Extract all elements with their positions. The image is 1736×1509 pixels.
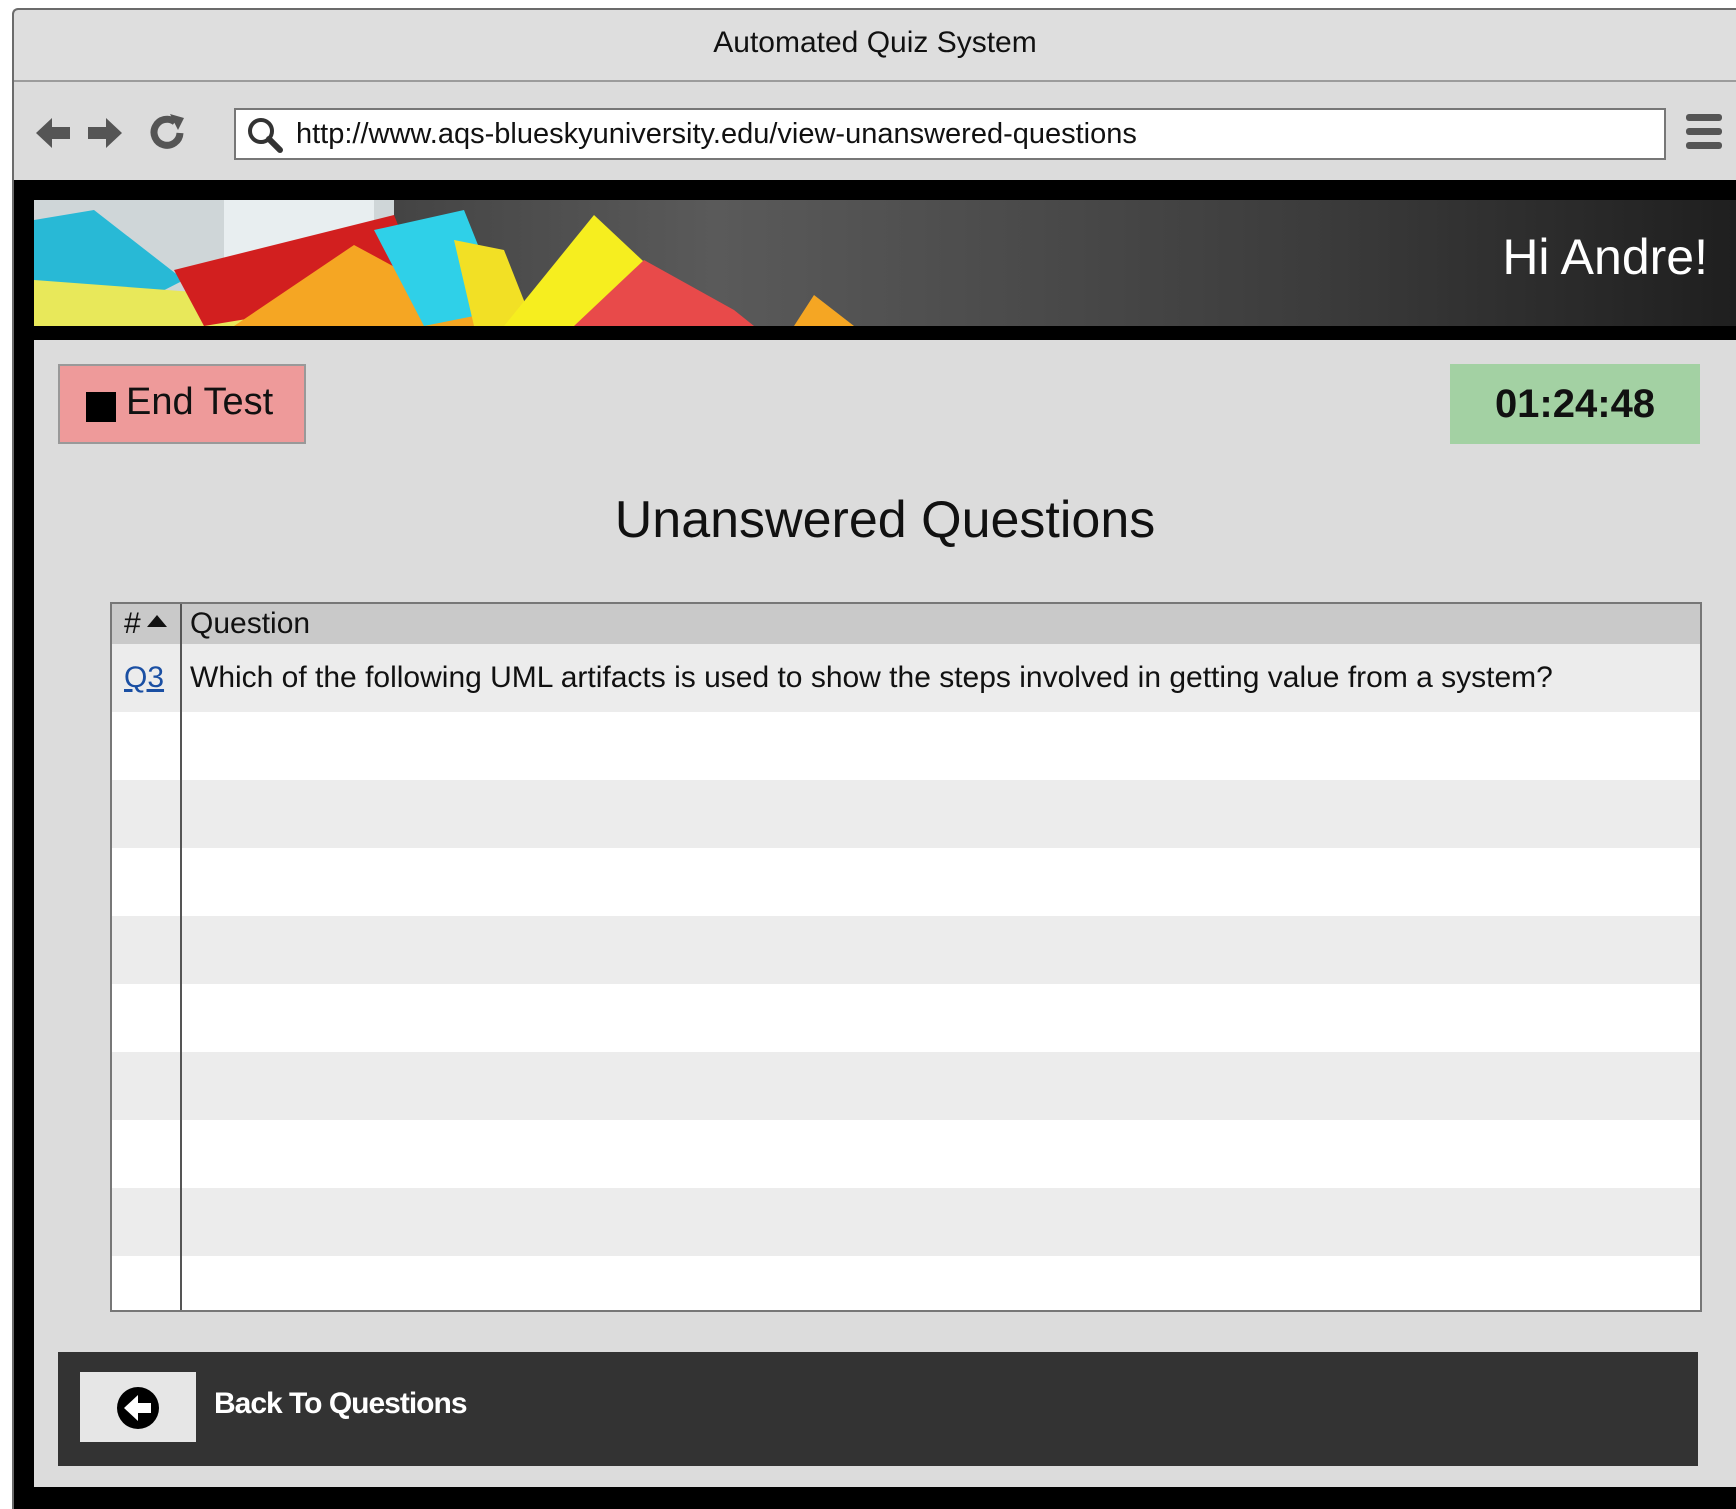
column-header-question[interactable]: Question xyxy=(190,604,310,644)
forward-arrow-icon[interactable] xyxy=(80,108,130,158)
back-to-questions-label[interactable]: Back To Questions xyxy=(214,1352,468,1456)
question-text: Which of the following UML artifacts is … xyxy=(190,661,1553,694)
table-row-empty xyxy=(112,1256,1700,1310)
window-title: Automated Quiz System xyxy=(14,10,1736,82)
back-to-questions-button[interactable] xyxy=(80,1372,196,1442)
table-row-empty xyxy=(112,848,1700,916)
search-icon xyxy=(246,116,284,154)
footer-bar: Back To Questions xyxy=(58,1352,1698,1466)
column-divider xyxy=(180,604,182,1310)
table-row-empty xyxy=(112,984,1700,1052)
countdown-timer: 01:24:48 xyxy=(1450,364,1700,444)
table-row: Q3 Which of the following UML artifacts … xyxy=(112,644,1700,712)
table-row-empty xyxy=(112,1052,1700,1120)
stop-icon xyxy=(86,392,116,422)
table-row-empty xyxy=(112,780,1700,848)
table-row-empty xyxy=(112,1188,1700,1256)
browser-toolbar: http://www.aqs-blueskyuniversity.edu/vie… xyxy=(14,82,1736,180)
header-banner: Hi Andre! xyxy=(34,200,1736,326)
browser-window: Automated Quiz System http://www.aqs-blu… xyxy=(12,8,1736,1509)
back-arrow-icon[interactable] xyxy=(28,108,78,158)
banner-image xyxy=(34,200,854,326)
user-greeting: Hi Andre! xyxy=(1502,229,1708,285)
column-header-number[interactable]: # xyxy=(124,604,167,644)
table-header: # Question xyxy=(112,604,1700,644)
back-circle-icon xyxy=(117,1387,159,1429)
end-test-button[interactable]: End Test xyxy=(58,364,306,444)
question-link[interactable]: Q3 xyxy=(124,644,164,712)
table-row-empty xyxy=(112,712,1700,780)
page-title: Unanswered Questions xyxy=(614,491,1156,549)
main-content: End Test 01:24:48 Unanswered Questions #… xyxy=(34,340,1736,1487)
hamburger-menu-icon[interactable] xyxy=(1682,110,1726,154)
end-test-label: End Test xyxy=(126,381,274,423)
table-row-empty xyxy=(112,1120,1700,1188)
unanswered-questions-table: # Question Q3 Which of the following UML… xyxy=(110,602,1702,1312)
table-row-empty xyxy=(112,916,1700,984)
url-text: http://www.aqs-blueskyuniversity.edu/vie… xyxy=(296,118,1137,150)
sort-asc-icon xyxy=(146,615,167,628)
url-bar[interactable]: http://www.aqs-blueskyuniversity.edu/vie… xyxy=(234,108,1666,160)
reload-icon[interactable] xyxy=(142,108,192,158)
